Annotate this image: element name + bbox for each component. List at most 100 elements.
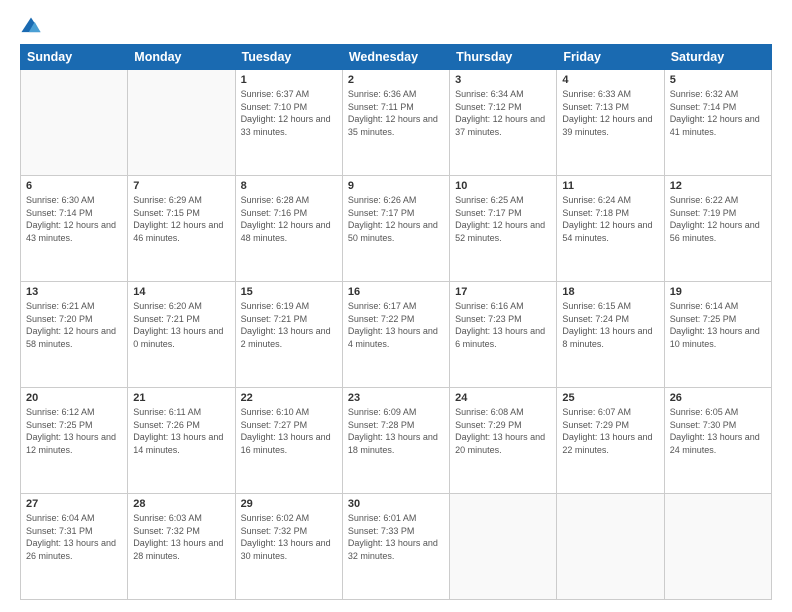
day-number: 9: [348, 180, 444, 192]
calendar-cell: 4Sunrise: 6:33 AM Sunset: 7:13 PM Daylig…: [557, 70, 664, 176]
day-info: Sunrise: 6:21 AM Sunset: 7:20 PM Dayligh…: [26, 300, 122, 350]
calendar-cell: 30 Sunrise: 6:01 AM Sunset: 7:33 PM Dayli…: [342, 494, 449, 600]
weekday-header-wednesday: Wednesday: [342, 45, 449, 70]
day-number: 15: [241, 286, 337, 298]
calendar-cell: 23 Sunrise: 6:09 AM Sunset: 7:28 PM Dayli…: [342, 388, 449, 494]
weekday-header-monday: Monday: [128, 45, 235, 70]
day-info: Sunrise: 6:15 AM Sunset: 7:24 PM Dayligh…: [562, 300, 658, 350]
calendar-cell: 28 Sunrise: 6:03 AM Sunset: 7:32 PM Dayli…: [128, 494, 235, 600]
day-number: 1: [241, 74, 337, 86]
day-info: Sunrise: 6:30 AM Sunset: 7:14 PM Dayligh…: [26, 194, 122, 244]
calendar-cell: 10 Sunrise: 6:25 AM Sunset: 7:17 PM Dayli…: [450, 176, 557, 282]
day-number: 21: [133, 392, 229, 404]
day-info: Sunrise: 6:14 AM Sunset: 7:25 PM Dayligh…: [670, 300, 766, 350]
calendar-cell: [450, 494, 557, 600]
day-info: Sunrise: 6:03 AM Sunset: 7:32 PM Dayligh…: [133, 512, 229, 562]
day-info: Sunrise: 6:02 AM Sunset: 7:32 PM Dayligh…: [241, 512, 337, 562]
calendar-cell: 14 Sunrise: 6:20 AM Sunset: 7:21 PM Dayli…: [128, 282, 235, 388]
calendar-cell: 8 Sunrise: 6:28 AM Sunset: 7:16 PM Daylig…: [235, 176, 342, 282]
calendar-cell: 6 Sunrise: 6:30 AM Sunset: 7:14 PM Daylig…: [21, 176, 128, 282]
calendar-cell: [557, 494, 664, 600]
day-info: Sunrise: 6:32 AM Sunset: 7:14 PM Dayligh…: [670, 88, 766, 138]
weekday-header-thursday: Thursday: [450, 45, 557, 70]
day-info: Sunrise: 6:11 AM Sunset: 7:26 PM Dayligh…: [133, 406, 229, 456]
calendar-cell: 15 Sunrise: 6:19 AM Sunset: 7:21 PM Dayli…: [235, 282, 342, 388]
day-info: Sunrise: 6:01 AM Sunset: 7:33 PM Dayligh…: [348, 512, 444, 562]
calendar-cell: 20Sunrise: 6:12 AM Sunset: 7:25 PM Dayli…: [21, 388, 128, 494]
day-number: 11: [562, 180, 658, 192]
calendar-cell: 1 Sunrise: 6:37 AM Sunset: 7:10 PM Daylig…: [235, 70, 342, 176]
day-number: 23: [348, 392, 444, 404]
day-info: Sunrise: 6:22 AM Sunset: 7:19 PM Dayligh…: [670, 194, 766, 244]
day-number: 5: [670, 74, 766, 86]
logo: [20, 16, 46, 38]
calendar-week-4: 20Sunrise: 6:12 AM Sunset: 7:25 PM Dayli…: [21, 388, 772, 494]
day-info: Sunrise: 6:34 AM Sunset: 7:12 PM Dayligh…: [455, 88, 551, 138]
logo-icon: [20, 16, 42, 38]
day-number: 2: [348, 74, 444, 86]
calendar-week-3: 13Sunrise: 6:21 AM Sunset: 7:20 PM Dayli…: [21, 282, 772, 388]
day-number: 7: [133, 180, 229, 192]
day-number: 10: [455, 180, 551, 192]
day-number: 16: [348, 286, 444, 298]
day-number: 6: [26, 180, 122, 192]
calendar-cell: 26 Sunrise: 6:05 AM Sunset: 7:30 PM Dayli…: [664, 388, 771, 494]
calendar-week-5: 27 Sunrise: 6:04 AM Sunset: 7:31 PM Dayli…: [21, 494, 772, 600]
day-info: Sunrise: 6:26 AM Sunset: 7:17 PM Dayligh…: [348, 194, 444, 244]
day-info: Sunrise: 6:10 AM Sunset: 7:27 PM Dayligh…: [241, 406, 337, 456]
weekday-header-sunday: Sunday: [21, 45, 128, 70]
calendar-cell: 19 Sunrise: 6:14 AM Sunset: 7:25 PM Dayli…: [664, 282, 771, 388]
day-info: Sunrise: 6:05 AM Sunset: 7:30 PM Dayligh…: [670, 406, 766, 456]
day-number: 28: [133, 498, 229, 510]
calendar-cell: [21, 70, 128, 176]
day-info: Sunrise: 6:28 AM Sunset: 7:16 PM Dayligh…: [241, 194, 337, 244]
day-number: 12: [670, 180, 766, 192]
day-number: 25: [562, 392, 658, 404]
calendar-table: SundayMondayTuesdayWednesdayThursdayFrid…: [20, 44, 772, 600]
day-info: Sunrise: 6:25 AM Sunset: 7:17 PM Dayligh…: [455, 194, 551, 244]
weekday-header-saturday: Saturday: [664, 45, 771, 70]
day-number: 27: [26, 498, 122, 510]
calendar-cell: 22 Sunrise: 6:10 AM Sunset: 7:27 PM Dayli…: [235, 388, 342, 494]
weekday-header-friday: Friday: [557, 45, 664, 70]
day-info: Sunrise: 6:09 AM Sunset: 7:28 PM Dayligh…: [348, 406, 444, 456]
day-number: 22: [241, 392, 337, 404]
calendar-cell: [664, 494, 771, 600]
day-info: Sunrise: 6:29 AM Sunset: 7:15 PM Dayligh…: [133, 194, 229, 244]
calendar-cell: 11 Sunrise: 6:24 AM Sunset: 7:18 PM Dayli…: [557, 176, 664, 282]
page: SundayMondayTuesdayWednesdayThursdayFrid…: [0, 0, 792, 612]
calendar-cell: 5 Sunrise: 6:32 AM Sunset: 7:14 PM Daylig…: [664, 70, 771, 176]
day-number: 26: [670, 392, 766, 404]
day-number: 24: [455, 392, 551, 404]
day-number: 14: [133, 286, 229, 298]
day-info: Sunrise: 6:16 AM Sunset: 7:23 PM Dayligh…: [455, 300, 551, 350]
calendar-week-2: 6 Sunrise: 6:30 AM Sunset: 7:14 PM Daylig…: [21, 176, 772, 282]
day-number: 17: [455, 286, 551, 298]
day-number: 30: [348, 498, 444, 510]
calendar-cell: 16 Sunrise: 6:17 AM Sunset: 7:22 PM Dayli…: [342, 282, 449, 388]
calendar-cell: 24Sunrise: 6:08 AM Sunset: 7:29 PM Dayli…: [450, 388, 557, 494]
calendar-cell: 21 Sunrise: 6:11 AM Sunset: 7:26 PM Dayli…: [128, 388, 235, 494]
calendar-cell: 2 Sunrise: 6:36 AM Sunset: 7:11 PM Daylig…: [342, 70, 449, 176]
day-info: Sunrise: 6:24 AM Sunset: 7:18 PM Dayligh…: [562, 194, 658, 244]
day-info: Sunrise: 6:20 AM Sunset: 7:21 PM Dayligh…: [133, 300, 229, 350]
calendar-cell: 7 Sunrise: 6:29 AM Sunset: 7:15 PM Daylig…: [128, 176, 235, 282]
weekday-header-row: SundayMondayTuesdayWednesdayThursdayFrid…: [21, 45, 772, 70]
day-number: 29: [241, 498, 337, 510]
day-info: Sunrise: 6:07 AM Sunset: 7:29 PM Dayligh…: [562, 406, 658, 456]
day-info: Sunrise: 6:17 AM Sunset: 7:22 PM Dayligh…: [348, 300, 444, 350]
day-info: Sunrise: 6:37 AM Sunset: 7:10 PM Dayligh…: [241, 88, 337, 138]
day-number: 19: [670, 286, 766, 298]
day-info: Sunrise: 6:04 AM Sunset: 7:31 PM Dayligh…: [26, 512, 122, 562]
calendar-cell: 13Sunrise: 6:21 AM Sunset: 7:20 PM Dayli…: [21, 282, 128, 388]
calendar-cell: 18Sunrise: 6:15 AM Sunset: 7:24 PM Dayli…: [557, 282, 664, 388]
day-info: Sunrise: 6:19 AM Sunset: 7:21 PM Dayligh…: [241, 300, 337, 350]
calendar-cell: 17 Sunrise: 6:16 AM Sunset: 7:23 PM Dayli…: [450, 282, 557, 388]
day-number: 8: [241, 180, 337, 192]
weekday-header-tuesday: Tuesday: [235, 45, 342, 70]
day-info: Sunrise: 6:36 AM Sunset: 7:11 PM Dayligh…: [348, 88, 444, 138]
calendar-cell: 25 Sunrise: 6:07 AM Sunset: 7:29 PM Dayli…: [557, 388, 664, 494]
day-number: 3: [455, 74, 551, 86]
day-info: Sunrise: 6:12 AM Sunset: 7:25 PM Dayligh…: [26, 406, 122, 456]
calendar-cell: 9 Sunrise: 6:26 AM Sunset: 7:17 PM Daylig…: [342, 176, 449, 282]
